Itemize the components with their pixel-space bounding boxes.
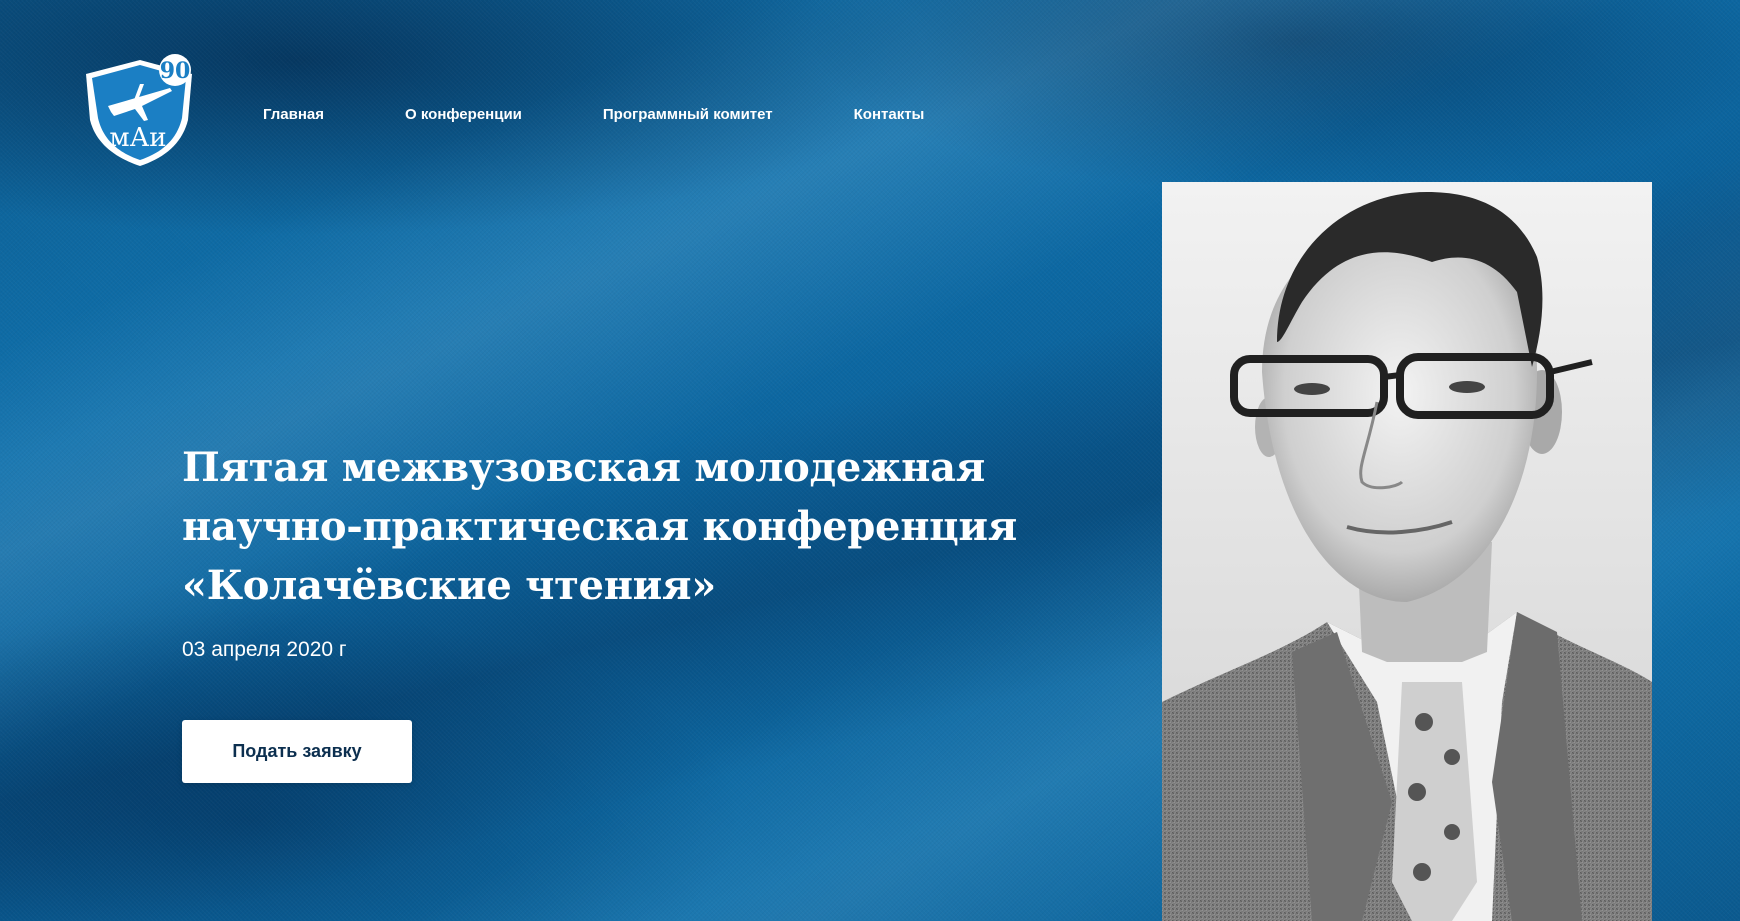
- conference-date: 03 апреля 2020 г: [182, 638, 347, 661]
- main-nav: Главная О конференции Программный комите…: [263, 104, 924, 124]
- nav-link-home[interactable]: Главная: [263, 106, 324, 123]
- portrait-photo: [1162, 182, 1652, 921]
- portrait-photo-icon: [1162, 182, 1652, 921]
- nav-link-contacts[interactable]: Контакты: [854, 106, 925, 123]
- mai-logo-icon[interactable]: 90 мАи: [78, 54, 198, 166]
- logo-badge-text: 90: [160, 58, 191, 84]
- apply-button[interactable]: Подать заявку: [182, 720, 412, 783]
- conference-title-line: научно-практическая конференция: [182, 503, 1018, 550]
- nav-link-program-committee[interactable]: Программный комитет: [603, 106, 773, 123]
- conference-title-line: Пятая межвузовская молодежная: [182, 444, 985, 491]
- logo-text: мАи: [109, 123, 166, 153]
- nav-link-about[interactable]: О конференции: [405, 106, 522, 123]
- conference-title: Пятая межвузовская молодежная научно-пра…: [182, 438, 1062, 615]
- conference-title-line: «Колачёвские чтения»: [182, 562, 717, 609]
- hero-text-block: Пятая межвузовская молодежная научно-пра…: [182, 438, 1062, 663]
